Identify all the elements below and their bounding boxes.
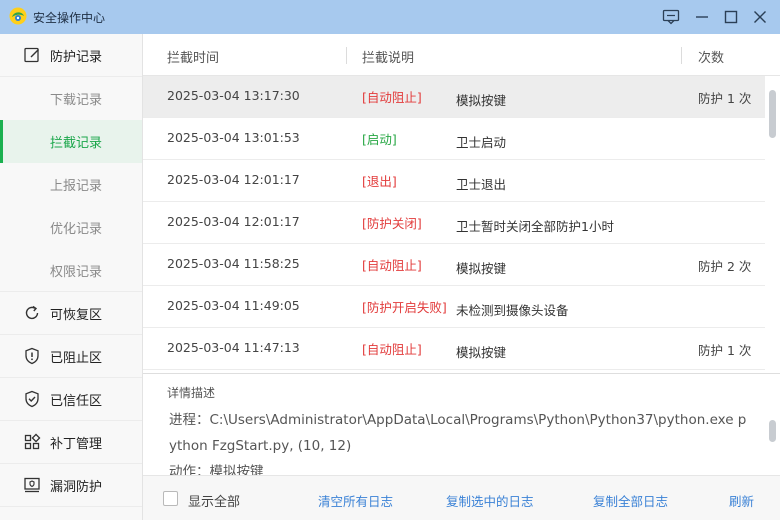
detail-scrollbar-thumb[interactable] xyxy=(769,420,776,442)
table-row[interactable]: 2025-03-04 11:47:13 [自动阻止] 模拟按键 防护 1 次 xyxy=(143,328,765,370)
row-type: [防护关闭] xyxy=(362,216,422,231)
sidebar-item-recoverable[interactable]: 可恢复区 xyxy=(0,292,142,335)
row-description: 卫士暂时关闭全部防护1小时 xyxy=(456,219,614,234)
row-time: 2025-03-04 11:58:25 xyxy=(167,256,300,271)
row-description: 模拟按键 xyxy=(456,345,507,360)
row-time: 2025-03-04 11:49:05 xyxy=(167,298,300,313)
table-row[interactable]: 2025-03-04 13:17:30 [自动阻止] 模拟按键 防护 1 次 xyxy=(143,76,765,118)
shield-check-icon xyxy=(22,389,42,409)
intercept-log-table: 2025-03-04 13:17:30 [自动阻止] 模拟按键 防护 1 次 2… xyxy=(143,76,765,372)
sidebar-item-blocked[interactable]: 已阻止区 xyxy=(0,335,142,378)
sidebar-item-label: 上报记录 xyxy=(50,179,103,194)
sidebar-item-label: 漏洞防护 xyxy=(50,479,103,495)
sidebar-item-report-records[interactable]: 上报记录 xyxy=(0,163,142,206)
sidebar: 防护记录 下载记录 拦截记录 上报记录 优化记录 权限记录 可恢复区 已阻止区 … xyxy=(0,34,143,520)
monitor-shield-icon xyxy=(22,475,42,495)
sidebar-item-download-records[interactable]: 下载记录 xyxy=(0,77,142,120)
show-all-label[interactable]: 显示全部 xyxy=(188,491,240,510)
table-scrollbar-thumb[interactable] xyxy=(769,90,776,138)
sidebar-item-vulnerability-protection[interactable]: 漏洞防护 xyxy=(0,464,142,507)
show-all-checkbox[interactable] xyxy=(163,491,178,506)
sidebar-item-label: 防护记录 xyxy=(50,49,103,65)
row-time: 2025-03-04 12:01:17 xyxy=(167,214,300,229)
restore-icon xyxy=(22,303,42,323)
footer-toolbar: 显示全部 清空所有日志 复制选中的日志 复制全部日志 刷新 xyxy=(143,475,780,520)
sidebar-item-label: 优化记录 xyxy=(50,222,103,237)
row-type: [退出] xyxy=(362,174,397,189)
feedback-icon xyxy=(662,9,680,25)
sidebar-item-label: 补丁管理 xyxy=(50,436,103,452)
row-type: [自动阻止] xyxy=(362,258,422,273)
minimize-icon xyxy=(696,16,708,18)
row-time: 2025-03-04 11:47:13 xyxy=(167,340,300,355)
table-row[interactable]: 2025-03-04 12:01:17 [防护关闭] 卫士暂时关闭全部防护1小时 xyxy=(143,202,765,244)
row-time: 2025-03-04 12:01:17 xyxy=(167,172,300,187)
row-count: 防护 2 次 xyxy=(698,259,752,274)
row-description: 模拟按键 xyxy=(456,261,507,276)
row-description: 卫士启动 xyxy=(456,135,507,150)
column-header-description[interactable]: 拦截说明 xyxy=(362,47,414,66)
row-description: 模拟按键 xyxy=(456,93,507,108)
copy-selected-logs-link[interactable]: 复制选中的日志 xyxy=(446,491,534,510)
window-title: 安全操作中心 xyxy=(33,11,106,25)
sidebar-item-optimize-records[interactable]: 优化记录 xyxy=(0,206,142,249)
column-header-count[interactable]: 次数 xyxy=(698,47,724,66)
row-type: [自动阻止] xyxy=(362,342,422,357)
refresh-link[interactable]: 刷新 xyxy=(729,491,754,510)
apps-grid-icon xyxy=(22,432,42,452)
close-icon xyxy=(754,11,766,23)
title-bar: 安全操作中心 xyxy=(0,0,780,34)
row-count: 防护 1 次 xyxy=(698,343,752,358)
detail-text: 进程：C:\Users\Administrator\AppData\Local\… xyxy=(169,407,754,475)
clear-all-logs-link[interactable]: 清空所有日志 xyxy=(318,491,393,510)
table-row[interactable]: 2025-03-04 11:49:05 [防护开启失败] 未检测到摄像头设备 xyxy=(143,286,765,328)
row-type: [自动阻止] xyxy=(362,90,422,105)
detail-panel: 详情描述 进程：C:\Users\Administrator\AppData\L… xyxy=(143,373,780,475)
sidebar-item-label: 拦截记录 xyxy=(50,136,103,151)
feedback-button[interactable] xyxy=(659,5,683,29)
sidebar-item-patch-management[interactable]: 补丁管理 xyxy=(0,421,142,464)
row-type: [启动] xyxy=(362,132,397,147)
sidebar-item-label: 已阻止区 xyxy=(50,350,103,366)
column-divider[interactable] xyxy=(681,47,682,64)
row-description: 未检测到摄像头设备 xyxy=(456,303,569,318)
detail-action: 动作：模拟按键 xyxy=(169,464,264,475)
row-time: 2025-03-04 13:01:53 xyxy=(167,130,300,145)
sidebar-item-label: 已信任区 xyxy=(50,393,103,409)
detail-title: 详情描述 xyxy=(167,386,216,400)
app-logo-icon xyxy=(9,7,27,25)
detail-process: 进程：C:\Users\Administrator\AppData\Local\… xyxy=(169,412,747,454)
maximize-icon xyxy=(724,10,738,24)
sidebar-item-label: 下载记录 xyxy=(50,93,103,108)
row-count: 防护 1 次 xyxy=(698,91,752,106)
table-row[interactable]: 2025-03-04 13:01:53 [启动] 卫士启动 xyxy=(143,118,765,160)
sidebar-item-intercept-records[interactable]: 拦截记录 xyxy=(0,120,142,163)
row-description: 卫士退出 xyxy=(456,177,507,192)
copy-all-logs-link[interactable]: 复制全部日志 xyxy=(593,491,668,510)
sidebar-item-protection-records[interactable]: 防护记录 xyxy=(0,34,142,77)
sidebar-item-trusted[interactable]: 已信任区 xyxy=(0,378,142,421)
row-time: 2025-03-04 13:17:30 xyxy=(167,88,300,103)
table-row[interactable]: 2025-03-04 12:01:17 [退出] 卫士退出 xyxy=(143,160,765,202)
row-type: [防护开启失败] xyxy=(362,300,447,315)
sidebar-item-label: 权限记录 xyxy=(50,264,103,280)
sidebar-item-label: 可恢复区 xyxy=(50,307,103,323)
table-header: 拦截时间 拦截说明 次数 xyxy=(143,34,780,76)
edit-icon xyxy=(22,45,42,65)
close-button[interactable] xyxy=(748,5,772,29)
shield-blocked-icon xyxy=(22,346,42,366)
column-header-time[interactable]: 拦截时间 xyxy=(167,47,219,66)
minimize-button[interactable] xyxy=(690,5,714,29)
sidebar-item-permission-records[interactable]: 权限记录 xyxy=(0,249,142,292)
maximize-button[interactable] xyxy=(719,5,743,29)
table-row[interactable]: 2025-03-04 11:58:25 [自动阻止] 模拟按键 防护 2 次 xyxy=(143,244,765,286)
column-divider[interactable] xyxy=(346,47,347,64)
